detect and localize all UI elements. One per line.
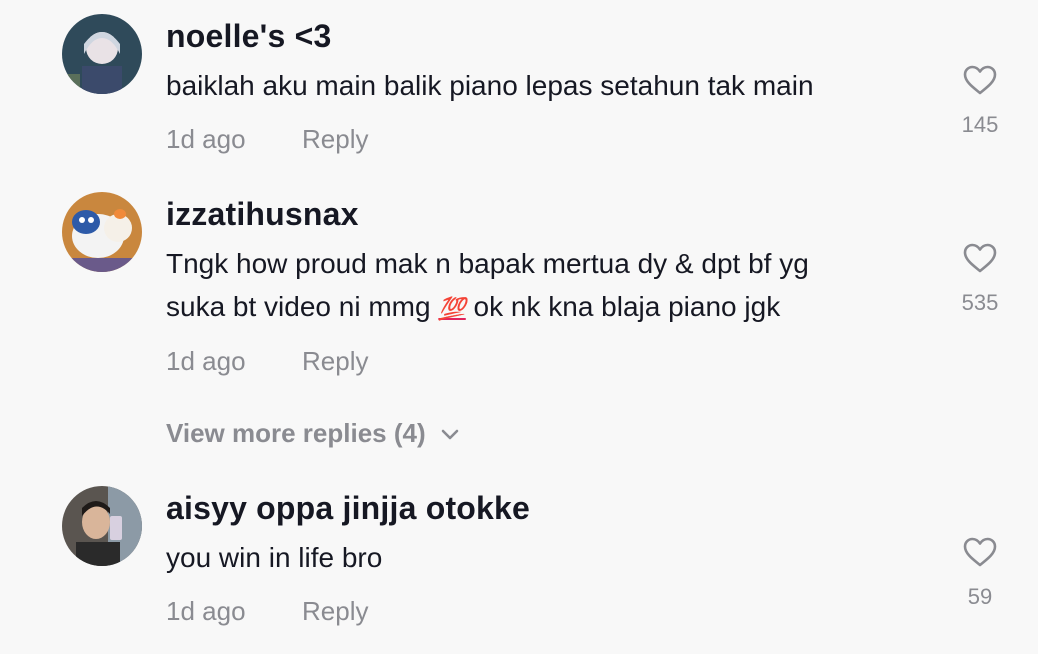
comment-line: baiklah aku main balik piano lepas setah…: [166, 70, 814, 101]
like-button[interactable]: 145: [950, 64, 1010, 138]
comment-username[interactable]: aisyy oppa jinjja otokke: [166, 490, 530, 527]
view-more-replies-button[interactable]: View more replies (4): [166, 418, 460, 449]
comment-line-part: ok nk kna blaja piano jgk: [473, 291, 781, 322]
comment-line: Tngk how proud mak n bapak mertua dy & d…: [166, 248, 809, 279]
avatar[interactable]: [62, 192, 142, 272]
reply-button[interactable]: Reply: [302, 124, 368, 155]
chevron-down-icon: [440, 418, 460, 449]
like-count: 535: [961, 290, 999, 315]
view-more-replies-label: View more replies (4): [166, 418, 426, 448]
reply-button[interactable]: Reply: [302, 346, 368, 377]
comment-meta: 1d ago Reply: [166, 124, 368, 155]
like-count: 59: [967, 584, 993, 609]
comment-line-part: suka bt video ni mmg: [166, 291, 431, 322]
avatar[interactable]: [62, 486, 142, 566]
comment-username[interactable]: izzatihusnax: [166, 196, 359, 233]
avatar[interactable]: [62, 14, 142, 94]
reply-button[interactable]: Reply: [302, 596, 368, 627]
comment-meta: 1d ago Reply: [166, 346, 368, 377]
comment-meta: 1d ago Reply: [166, 596, 368, 627]
comment-text: you win in life bro: [166, 536, 382, 579]
like-count: 145: [961, 112, 999, 137]
comment-time: 1d ago: [166, 124, 246, 154]
hundred-points-icon: 💯: [438, 296, 466, 321]
heart-outline-icon[interactable]: [962, 64, 998, 96]
comment-text: baiklah aku main balik piano lepas setah…: [166, 64, 814, 107]
comment-username[interactable]: noelle's <3: [166, 18, 331, 55]
comment-time: 1d ago: [166, 596, 246, 626]
like-button[interactable]: 535: [950, 242, 1010, 316]
like-button[interactable]: 59: [950, 536, 1010, 610]
comment-line: suka bt video ni mmg 💯 ok nk kna blaja p…: [166, 285, 809, 330]
heart-outline-icon[interactable]: [962, 242, 998, 274]
heart-outline-icon[interactable]: [962, 536, 998, 568]
comment-line: you win in life bro: [166, 542, 383, 573]
comment-time: 1d ago: [166, 346, 246, 376]
comment-text: Tngk how proud mak n bapak mertua dy & d…: [166, 242, 809, 330]
